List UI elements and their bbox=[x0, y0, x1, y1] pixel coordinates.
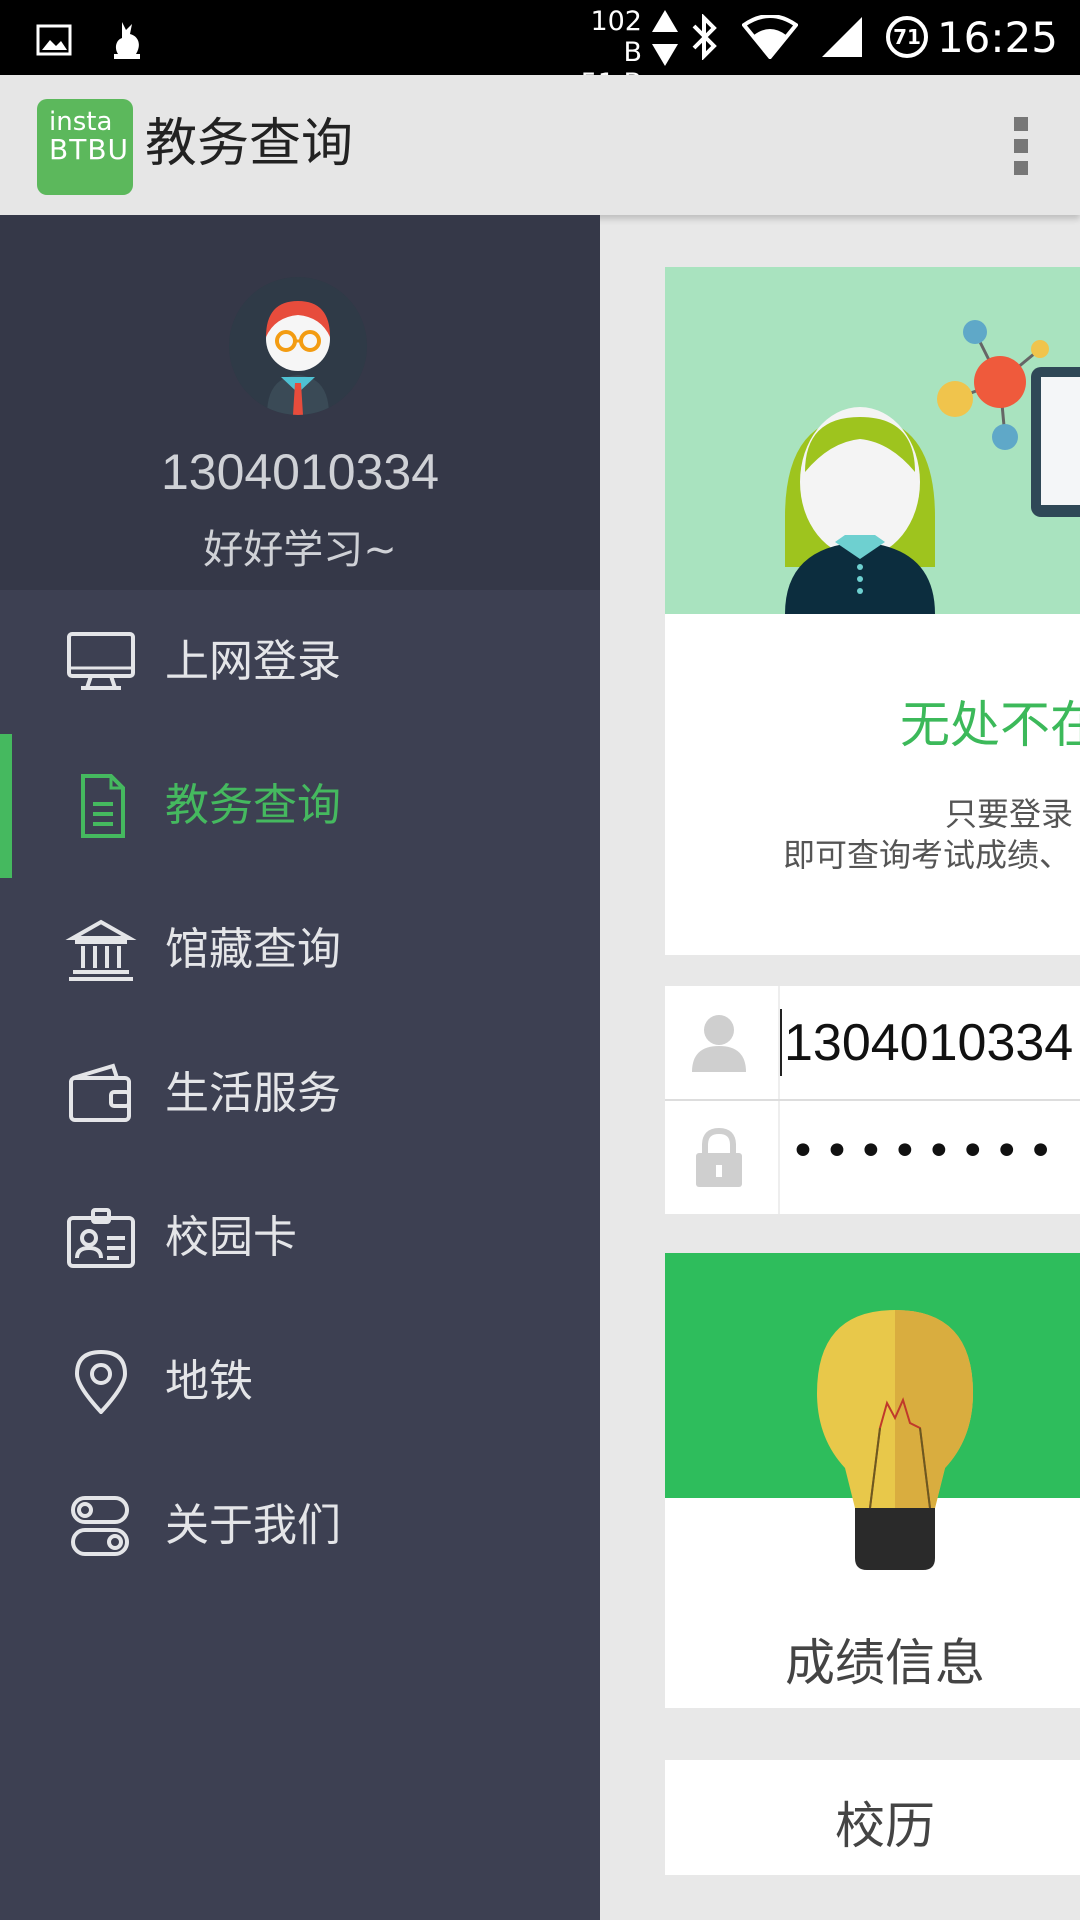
menu-item-label: 地铁 bbox=[165, 1356, 253, 1407]
document-icon bbox=[81, 774, 125, 838]
up-down-arrows-icon bbox=[652, 10, 678, 66]
intro-subtitle-line1: 只要登录 bbox=[945, 795, 1074, 833]
intro-subtitle-line2: 即可查询考试成绩、 bbox=[783, 836, 1072, 874]
menu-item-library-query[interactable]: 馆藏查询 bbox=[0, 878, 600, 1022]
id-card-icon bbox=[67, 1208, 135, 1268]
wifi-icon bbox=[742, 15, 798, 59]
menu-item-label: 关于我们 bbox=[165, 1500, 341, 1551]
menu-item-campus-card[interactable]: 校园卡 bbox=[0, 1166, 600, 1310]
menu-item-label: 馆藏查询 bbox=[165, 924, 341, 975]
menu-item-label: 上网登录 bbox=[165, 636, 341, 687]
username-input[interactable] bbox=[780, 1009, 1080, 1076]
drawer-header: 1304010334 好好学习~ bbox=[0, 215, 600, 590]
signal-icon bbox=[822, 17, 862, 57]
menu-item-label: 教务查询 bbox=[165, 780, 341, 831]
image-notification-icon bbox=[36, 24, 72, 56]
net-up-speed: 102 B bbox=[590, 6, 642, 68]
overflow-menu-icon[interactable] bbox=[1014, 117, 1030, 175]
school-calendar-card[interactable]: 校历 bbox=[665, 1760, 1080, 1875]
school-calendar-label: 校历 bbox=[835, 1797, 935, 1855]
lightbulb-icon bbox=[817, 1310, 973, 1570]
lock-icon bbox=[696, 1127, 742, 1187]
intro-title: 无处不在 bbox=[900, 696, 1080, 754]
battery-icon: 71 bbox=[886, 16, 928, 58]
menu-item-academic-query[interactable]: 教务查询 bbox=[0, 734, 600, 878]
menu-item-about-us[interactable]: 关于我们 bbox=[0, 1454, 600, 1598]
logo-line1: insta bbox=[49, 107, 113, 137]
intro-card: 无处不在 只要登录 即可查询考试成绩、 bbox=[665, 267, 1080, 955]
grade-info-card[interactable]: 成绩信息 bbox=[665, 1253, 1080, 1708]
user-icon bbox=[692, 1015, 746, 1072]
navigation-drawer: 1304010334 好好学习~ 上网登录 教务查询 馆藏查询 生活服务 校园卡… bbox=[0, 215, 600, 1920]
wallet-icon bbox=[69, 1063, 131, 1122]
menu-item-label: 校园卡 bbox=[165, 1212, 297, 1263]
clock: 16:25 bbox=[936, 13, 1058, 62]
password-row: •••••••• bbox=[665, 1101, 1080, 1214]
bluetooth-icon bbox=[692, 14, 717, 60]
user-motto: 好好学习~ bbox=[203, 527, 397, 573]
avatar[interactable] bbox=[229, 277, 367, 415]
grade-info-label: 成绩信息 bbox=[785, 1634, 985, 1692]
app-logo: insta BTBU bbox=[37, 99, 133, 195]
menu-item-life-services[interactable]: 生活服务 bbox=[0, 1022, 600, 1166]
logo-line2: BTBU bbox=[49, 133, 130, 166]
library-icon bbox=[65, 919, 137, 981]
status-bar: 102 B 51 B 71 16:25 bbox=[0, 0, 1080, 99]
login-form: •••••••• bbox=[665, 986, 1080, 1214]
password-input[interactable]: •••••••• bbox=[790, 1126, 1062, 1177]
menu-item-internet-login[interactable]: 上网登录 bbox=[0, 590, 600, 734]
location-pin-icon bbox=[74, 1350, 128, 1414]
menu-item-subway[interactable]: 地铁 bbox=[0, 1310, 600, 1454]
app-bar: insta BTBU 教务查询 bbox=[0, 75, 1080, 215]
monitor-icon bbox=[67, 632, 135, 690]
menu-item-label: 生活服务 bbox=[165, 1068, 341, 1119]
toggles-icon bbox=[71, 1496, 129, 1556]
user-avatar-icon bbox=[229, 277, 367, 415]
app-notification-icon bbox=[114, 22, 140, 59]
username-row bbox=[665, 986, 1080, 1101]
page-title: 教务查询 bbox=[145, 114, 354, 174]
main-content: 无处不在 只要登录 即可查询考试成绩、 •••••••• bbox=[600, 215, 1080, 1920]
student-illustration bbox=[785, 320, 1080, 614]
user-id: 1304010334 bbox=[160, 444, 440, 500]
drawer-menu: 上网登录 教务查询 馆藏查询 生活服务 校园卡 地铁 关于我们 bbox=[0, 590, 600, 1598]
intro-illustration bbox=[665, 267, 1080, 614]
